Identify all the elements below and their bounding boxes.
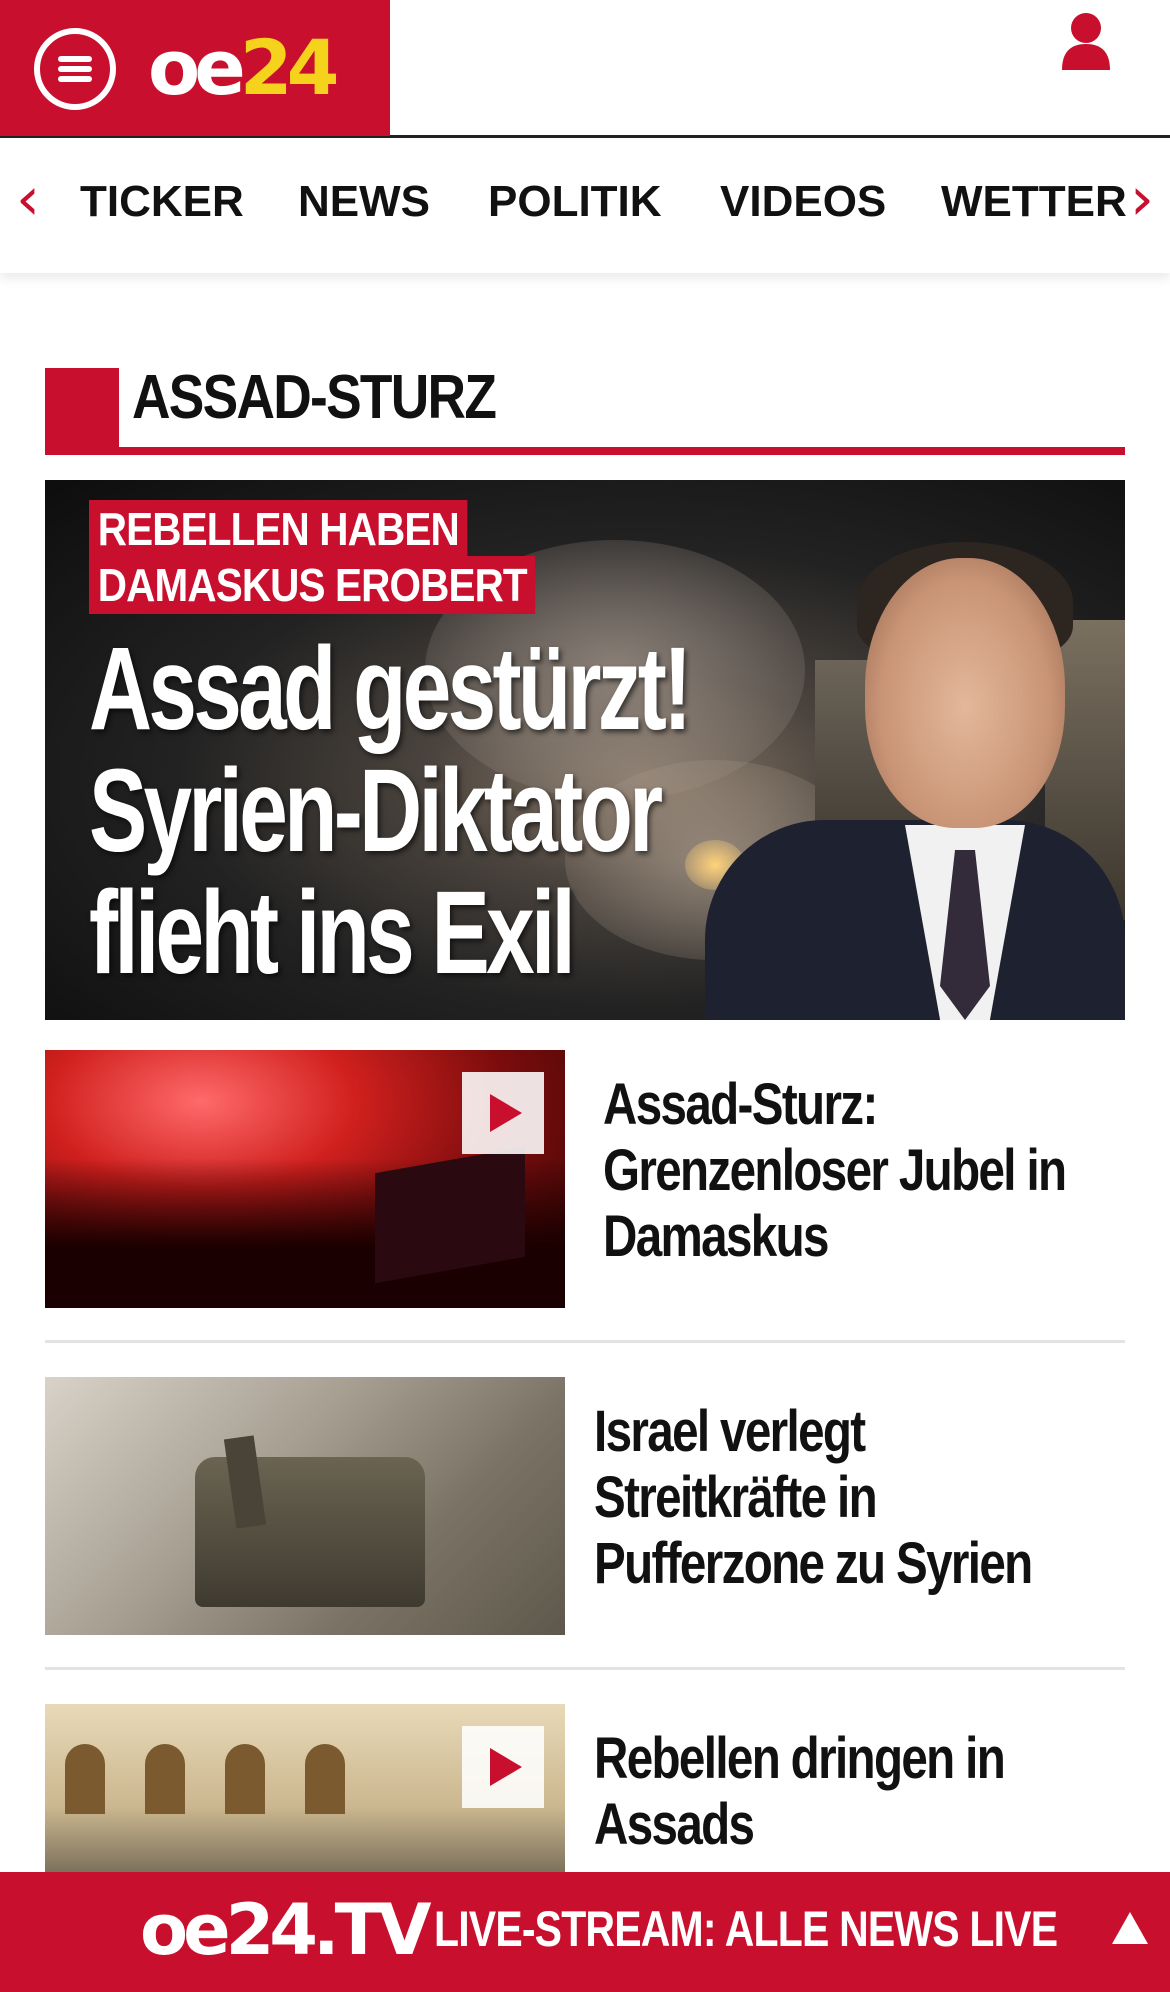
nav-left-arrow-icon[interactable]: ‹ [16,169,40,229]
hamburger-menu-icon[interactable] [34,28,116,110]
article-item[interactable]: Assad-Sturz: Grenzenloser Jubel in Damas… [45,1050,1125,1310]
section-marker [45,368,119,455]
site-logo[interactable]: oe24 [148,26,340,110]
brand-box: oe24 [0,0,390,136]
article-thumbnail[interactable] [45,1377,565,1635]
oe24tv-logo: oe24.TV [140,1889,431,1971]
hero-kicker: DAMASKUS EROBERT [89,556,536,614]
site-header: oe24 [0,0,1170,138]
hero-headline: Assad gestürzt! Syrien-Diktator flieht i… [89,623,692,999]
category-nav: ‹ TICKER NEWS POLITIK VIDEOS WETTER › [0,139,1170,273]
user-icon[interactable] [1060,12,1112,70]
article-item[interactable]: Israel verlegt Streitkräfte in Pufferzon… [45,1377,1125,1637]
nav-right-arrow-icon[interactable]: › [1130,169,1154,229]
divider [45,1667,1125,1670]
video-play-icon[interactable] [462,1726,544,1808]
section-underline [45,447,1125,455]
nav-item-news[interactable]: NEWS [298,177,430,227]
nav-item-wetter[interactable]: WETTER [941,177,1127,227]
article-title[interactable]: Rebellen dringen in Assads [594,1726,1020,1858]
video-play-icon[interactable] [462,1072,544,1154]
live-stream-label: LIVE-STREAM: ALLE NEWS LIVE [434,1901,1058,1957]
nav-item-videos[interactable]: VIDEOS [720,177,886,227]
article-thumbnail[interactable] [45,1050,565,1308]
article-item[interactable]: Rebellen dringen in Assads [45,1704,1125,1872]
divider [45,1340,1125,1343]
article-title[interactable]: Assad-Sturz: Grenzenloser Jubel in Damas… [603,1072,1067,1270]
article-title[interactable]: Israel verlegt Streitkräfte in Pufferzon… [594,1399,1033,1597]
section-title[interactable]: ASSAD-STURZ [132,362,497,433]
article-thumbnail[interactable] [45,1704,565,1872]
nav-item-ticker[interactable]: TICKER [80,177,244,227]
live-stream-bar[interactable]: oe24.TV LIVE-STREAM: ALLE NEWS LIVE [0,1872,1170,1992]
hero-kicker: REBELLEN HABEN [89,500,468,558]
expand-up-arrow-icon[interactable] [1112,1912,1148,1944]
hero-article[interactable]: REBELLEN HABEN DAMASKUS EROBERT Assad ge… [45,480,1125,1020]
nav-item-politik[interactable]: POLITIK [488,177,662,227]
